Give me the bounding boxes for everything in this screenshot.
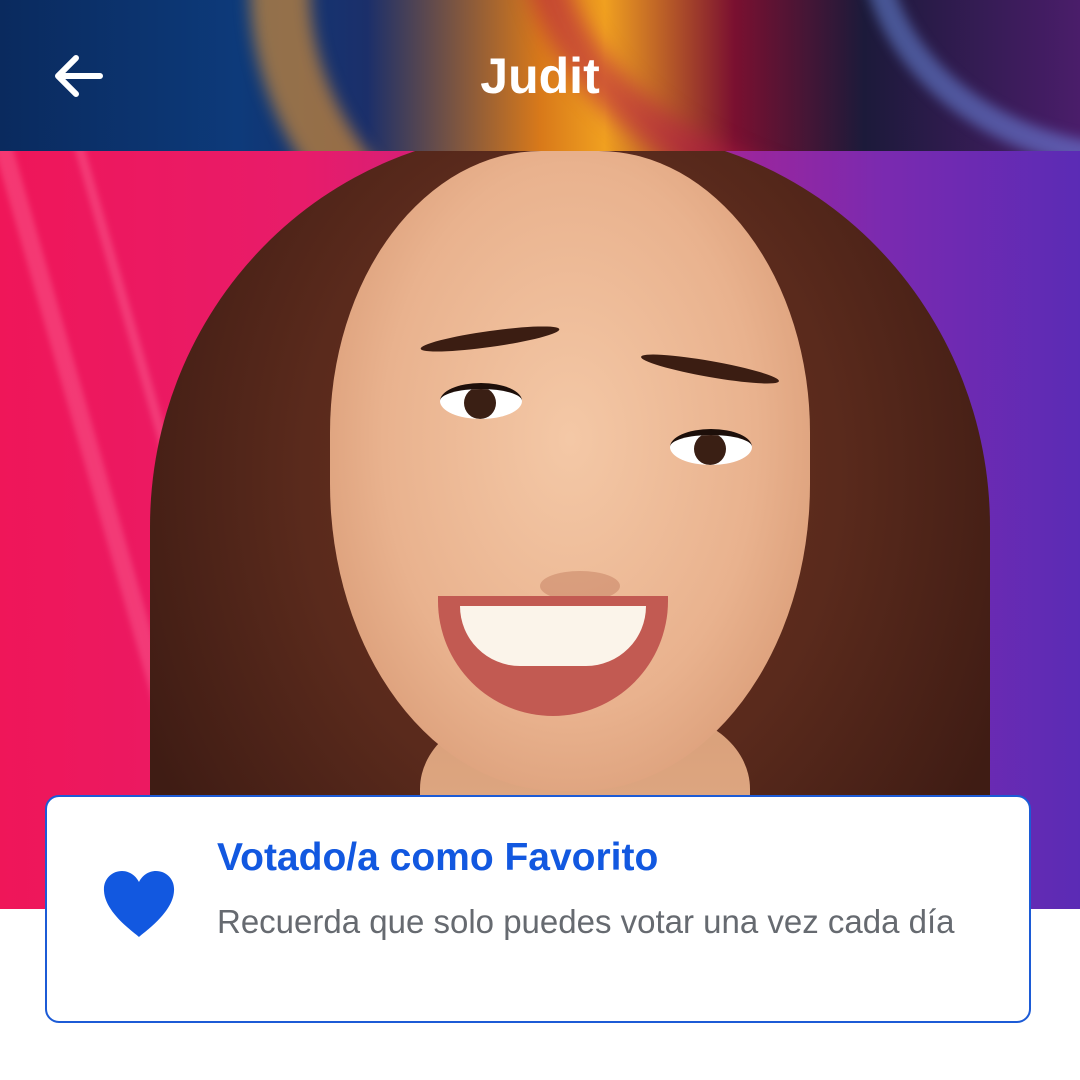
favorite-vote-card: Votado/a como Favorito Recuerda que solo… <box>45 795 1031 1023</box>
heart-icon <box>103 871 175 937</box>
favorite-title: Votado/a como Favorito <box>217 836 659 879</box>
page-title: Judit <box>480 48 600 104</box>
favorite-subtitle: Recuerda que solo puedes votar una vez c… <box>217 903 955 940</box>
app-header: Judit <box>0 0 1080 151</box>
screen: Judit Votado/a como Favorito Recuerda qu… <box>0 0 1080 1080</box>
photo-eye <box>670 429 752 465</box>
photo-teeth <box>460 606 646 666</box>
photo-eye <box>440 383 522 419</box>
